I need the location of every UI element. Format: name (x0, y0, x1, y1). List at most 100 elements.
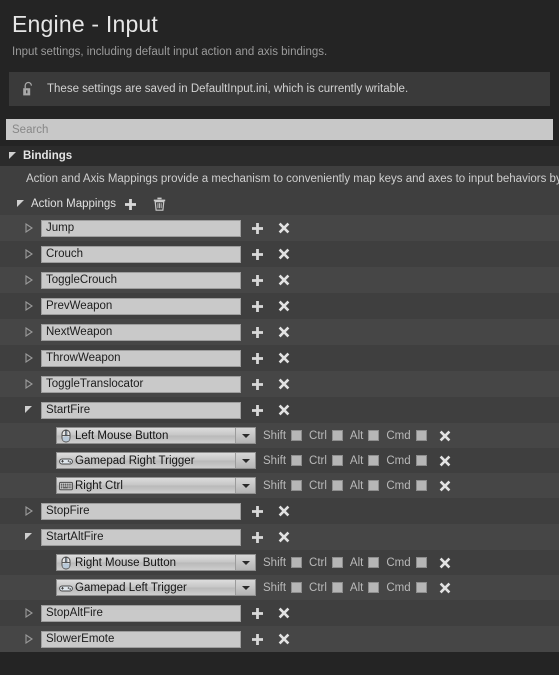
remove-action-mapping-x-icon[interactable] (278, 352, 290, 364)
ctrl-modifier-checkbox[interactable] (331, 480, 343, 491)
delete-all-action-mappings-trash-icon[interactable] (153, 197, 166, 211)
action-name-input-startaltfire[interactable]: StartAltFire (41, 528, 241, 546)
remove-key-binding-x-icon[interactable] (439, 582, 451, 594)
shift-modifier-checkbox[interactable] (291, 480, 303, 491)
action-mapping-row-startfire: StartFire (0, 397, 559, 423)
action-mapping-row-nextweapon: NextWeapon (0, 319, 559, 345)
row-expand-triangle-icon[interactable] (24, 634, 33, 644)
action-mapping-row-jump: Jump (0, 215, 559, 241)
alt-modifier-checkbox[interactable] (368, 480, 380, 491)
row-expand-triangle-icon[interactable] (24, 223, 33, 233)
add-key-binding-plus-icon[interactable] (251, 404, 264, 417)
remove-action-mapping-x-icon[interactable] (278, 607, 290, 619)
shift-modifier-checkbox[interactable] (291, 557, 303, 568)
action-name-input-toggletranslocator[interactable]: ToggleTranslocator (41, 375, 241, 393)
shift-modifier-checkbox[interactable] (291, 582, 303, 593)
chevron-down-icon[interactable] (235, 453, 255, 468)
row-expand-triangle-icon[interactable] (24, 353, 33, 363)
action-name-input-startfire[interactable]: StartFire (41, 401, 241, 419)
row-expand-triangle-icon[interactable] (24, 249, 33, 259)
add-key-binding-plus-icon[interactable] (251, 607, 264, 620)
action-name-input-nextweapon[interactable]: NextWeapon (41, 323, 241, 341)
remove-action-mapping-x-icon[interactable] (278, 222, 290, 234)
remove-action-mapping-x-icon[interactable] (278, 378, 290, 390)
remove-key-binding-x-icon[interactable] (439, 480, 451, 492)
remove-action-mapping-x-icon[interactable] (278, 300, 290, 312)
row-collapse-triangle-icon[interactable] (24, 532, 33, 542)
add-key-binding-plus-icon[interactable] (251, 352, 264, 365)
cmd-modifier-checkbox[interactable] (415, 480, 427, 491)
alt-modifier-checkbox[interactable] (368, 557, 380, 568)
key-selector-dropdown[interactable]: Right Mouse Button (56, 554, 256, 571)
cmd-modifier-checkbox[interactable] (415, 557, 427, 568)
remove-action-mapping-x-icon[interactable] (278, 404, 290, 416)
remove-action-mapping-x-icon[interactable] (278, 274, 290, 286)
cmd-modifier-checkbox[interactable] (415, 455, 427, 466)
alt-modifier-checkbox[interactable] (368, 430, 380, 441)
remove-action-mapping-x-icon[interactable] (278, 633, 290, 645)
add-key-binding-plus-icon[interactable] (251, 326, 264, 339)
key-selector-dropdown[interactable]: Right Ctrl (56, 477, 256, 494)
action-name-input-crouch[interactable]: Crouch (41, 245, 241, 263)
add-key-binding-plus-icon[interactable] (251, 248, 264, 261)
action-mappings-collapse-triangle-icon[interactable] (16, 199, 25, 209)
row-expand-triangle-icon[interactable] (24, 275, 33, 285)
add-key-binding-plus-icon[interactable] (251, 505, 264, 518)
add-key-binding-plus-icon[interactable] (251, 222, 264, 235)
action-name-input-throwweapon[interactable]: ThrowWeapon (41, 349, 241, 367)
add-key-binding-plus-icon[interactable] (251, 300, 264, 313)
remove-key-binding-x-icon[interactable] (439, 430, 451, 442)
remove-action-mapping-x-icon[interactable] (278, 531, 290, 543)
row-expand-triangle-icon[interactable] (24, 301, 33, 311)
shift-modifier-checkbox[interactable] (291, 430, 303, 441)
search-input[interactable] (6, 119, 553, 140)
row-expand-triangle-icon[interactable] (24, 608, 33, 618)
row-collapse-triangle-icon[interactable] (24, 405, 33, 415)
remove-action-mapping-x-icon[interactable] (278, 248, 290, 260)
action-name-input-prevweapon[interactable]: PrevWeapon (41, 297, 241, 315)
ctrl-modifier-checkbox[interactable] (331, 582, 343, 593)
chevron-down-icon[interactable] (235, 580, 255, 595)
action-name-input-jump[interactable]: Jump (41, 219, 241, 237)
chevron-down-icon[interactable] (235, 478, 255, 493)
gamepad-icon (57, 454, 73, 468)
cmd-modifier-checkbox[interactable] (415, 582, 427, 593)
add-action-mapping-plus-icon[interactable] (124, 198, 137, 211)
alt-modifier-checkbox[interactable] (368, 455, 380, 466)
row-expand-triangle-icon[interactable] (24, 327, 33, 337)
key-selector-dropdown[interactable]: Gamepad Right Trigger (56, 452, 256, 469)
action-mappings-header[interactable]: Action Mappings (0, 193, 559, 215)
alt-modifier-checkbox[interactable] (368, 582, 380, 593)
bindings-description: Action and Axis Mappings provide a mecha… (26, 173, 559, 185)
ctrl-modifier-checkbox[interactable] (331, 455, 343, 466)
add-key-binding-plus-icon[interactable] (251, 274, 264, 287)
remove-action-mapping-x-icon[interactable] (278, 505, 290, 517)
ctrl-modifier-checkbox[interactable] (331, 557, 343, 568)
action-name-input-togglecrouch[interactable]: ToggleCrouch (41, 271, 241, 289)
action-name-input-sloweremote[interactable]: SlowerEmote (41, 630, 241, 648)
action-name-input-stopfire[interactable]: StopFire (41, 502, 241, 520)
key-selector-dropdown[interactable]: Gamepad Left Trigger (56, 579, 256, 596)
row-expand-triangle-icon[interactable] (24, 506, 33, 516)
chevron-down-icon[interactable] (235, 555, 255, 570)
remove-action-mapping-x-icon[interactable] (278, 326, 290, 338)
row-expand-triangle-icon[interactable] (24, 379, 33, 389)
cmd-modifier-checkbox[interactable] (415, 430, 427, 441)
chevron-down-icon[interactable] (235, 428, 255, 443)
key-name-label: Left Mouse Button (75, 429, 169, 442)
key-binding-row-startaltfire-1: Gamepad Left Trigger Shift Ctrl Alt Cmd (0, 575, 559, 600)
bindings-section-header[interactable]: Bindings (0, 146, 559, 166)
shift-modifier-checkbox[interactable] (291, 455, 303, 466)
action-mapping-row-throwweapon: ThrowWeapon (0, 345, 559, 371)
page-subtitle: Input settings, including default input … (12, 46, 328, 58)
collapse-triangle-icon[interactable] (8, 151, 17, 161)
ctrl-modifier-checkbox[interactable] (331, 430, 343, 441)
remove-key-binding-x-icon[interactable] (439, 455, 451, 467)
action-mapping-row-crouch: Crouch (0, 241, 559, 267)
add-key-binding-plus-icon[interactable] (251, 531, 264, 544)
key-selector-dropdown[interactable]: Left Mouse Button (56, 427, 256, 444)
add-key-binding-plus-icon[interactable] (251, 378, 264, 391)
remove-key-binding-x-icon[interactable] (439, 557, 451, 569)
action-name-input-stopaltfire[interactable]: StopAltFire (41, 604, 241, 622)
add-key-binding-plus-icon[interactable] (251, 633, 264, 646)
